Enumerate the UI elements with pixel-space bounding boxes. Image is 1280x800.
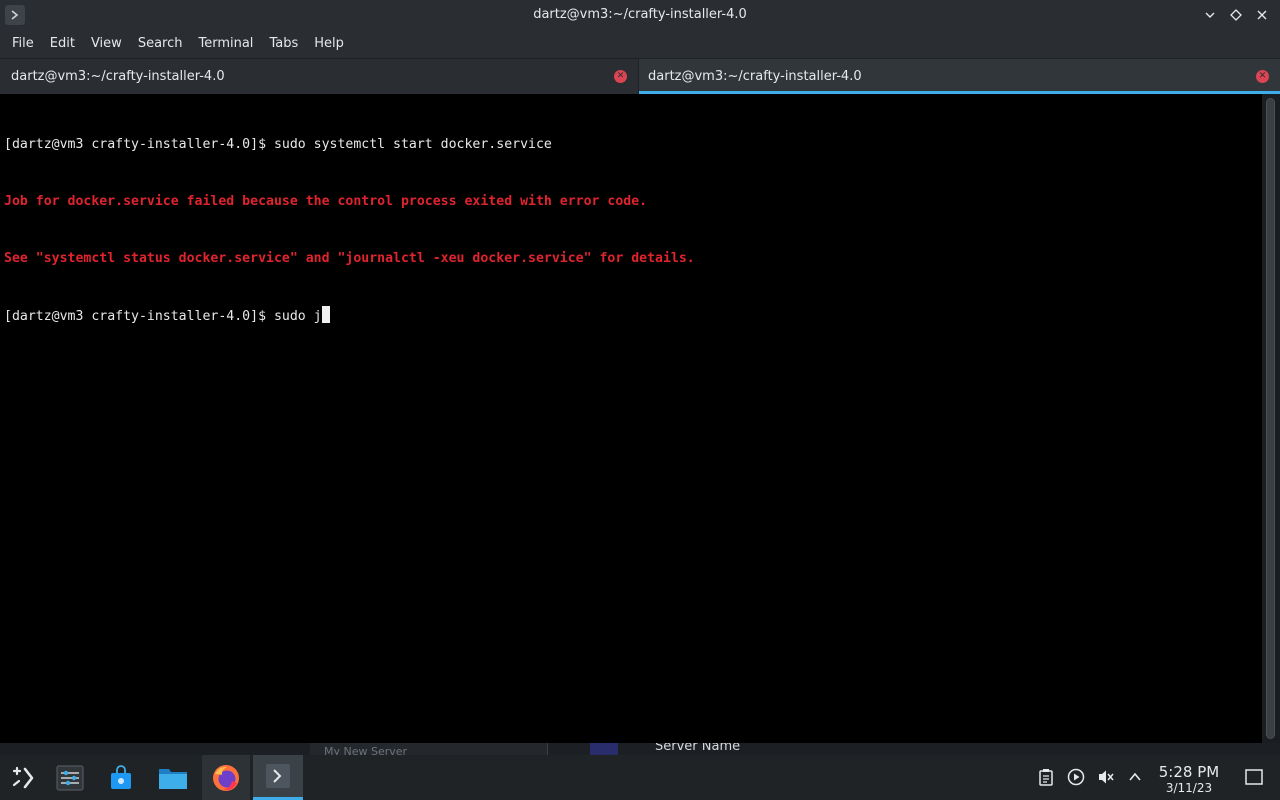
tab-label: dartz@vm3:~/crafty-installer-4.0 — [648, 69, 862, 84]
terminal-line-command: [dartz@vm3 crafty-installer-4.0]$ sudo s… — [4, 137, 552, 152]
background-window-text: My New Server — [324, 745, 408, 755]
menu-tabs[interactable]: Tabs — [263, 30, 304, 58]
menu-file[interactable]: File — [6, 30, 40, 58]
system-settings-icon[interactable] — [47, 755, 93, 800]
terminal-scrollbar[interactable] — [1262, 94, 1280, 743]
menubar: File Edit View Search Terminal Tabs Help — [0, 30, 1280, 58]
expand-tray-icon[interactable] — [1125, 767, 1145, 787]
menu-terminal[interactable]: Terminal — [192, 30, 259, 58]
application-launcher-icon[interactable] — [0, 755, 46, 800]
background-window-heading: Server Name — [655, 743, 741, 754]
file-manager-icon[interactable] — [150, 755, 196, 800]
text-cursor — [321, 306, 330, 323]
tab-terminal-2[interactable]: dartz@vm3:~/crafty-installer-4.0 ✕ — [639, 59, 1280, 94]
clock-time: 5:28 PM — [1158, 763, 1220, 781]
clipboard-icon[interactable] — [1036, 767, 1056, 787]
menu-search[interactable]: Search — [132, 30, 189, 58]
background-window-sidebar: My New Server — [310, 743, 548, 755]
window-title: dartz@vm3:~/crafty-installer-4.0 — [533, 7, 747, 22]
terminal-line-error: See "systemctl status docker.service" an… — [4, 251, 695, 266]
tab-close-icon[interactable]: ✕ — [614, 70, 627, 83]
tab-close-icon[interactable]: ✕ — [1256, 70, 1269, 83]
background-window-accent — [590, 743, 618, 755]
scrollbar-thumb[interactable] — [1266, 98, 1275, 739]
window-controls — [1200, 0, 1272, 30]
tab-terminal-1[interactable]: dartz@vm3:~/crafty-installer-4.0 ✕ — [0, 59, 639, 94]
tab-bar: dartz@vm3:~/crafty-installer-4.0 ✕ dartz… — [0, 58, 1280, 94]
digital-clock[interactable]: 5:28 PM 3/11/23 — [1152, 762, 1226, 795]
menu-view[interactable]: View — [85, 30, 128, 58]
konsole-icon[interactable] — [253, 755, 303, 800]
media-player-icon[interactable] — [1066, 767, 1086, 787]
show-desktop-icon[interactable] — [1244, 767, 1264, 787]
menu-help[interactable]: Help — [308, 30, 350, 58]
tab-label: dartz@vm3:~/crafty-installer-4.0 — [11, 69, 225, 84]
minimize-icon[interactable] — [1200, 5, 1220, 25]
background-window-peek: My New Server Server Name — [0, 743, 1280, 755]
firefox-icon[interactable] — [202, 755, 250, 800]
menu-edit[interactable]: Edit — [44, 30, 81, 58]
window-titlebar: dartz@vm3:~/crafty-installer-4.0 — [0, 0, 1280, 30]
terminal-line-error: Job for docker.service failed because th… — [4, 194, 648, 209]
maximize-icon[interactable] — [1226, 5, 1246, 25]
terminal-output[interactable]: [dartz@vm3 crafty-installer-4.0]$ sudo s… — [0, 94, 1262, 743]
taskbar — [0, 755, 1280, 800]
clock-date: 3/11/23 — [1165, 781, 1213, 795]
volume-muted-icon[interactable] — [1096, 767, 1116, 787]
discover-store-icon[interactable] — [98, 755, 144, 800]
terminal-line-prompt: [dartz@vm3 crafty-installer-4.0]$ sudo j — [4, 306, 1262, 325]
close-icon[interactable] — [1252, 5, 1272, 25]
prompt-text: [dartz@vm3 crafty-installer-4.0]$ sudo j — [4, 309, 322, 324]
